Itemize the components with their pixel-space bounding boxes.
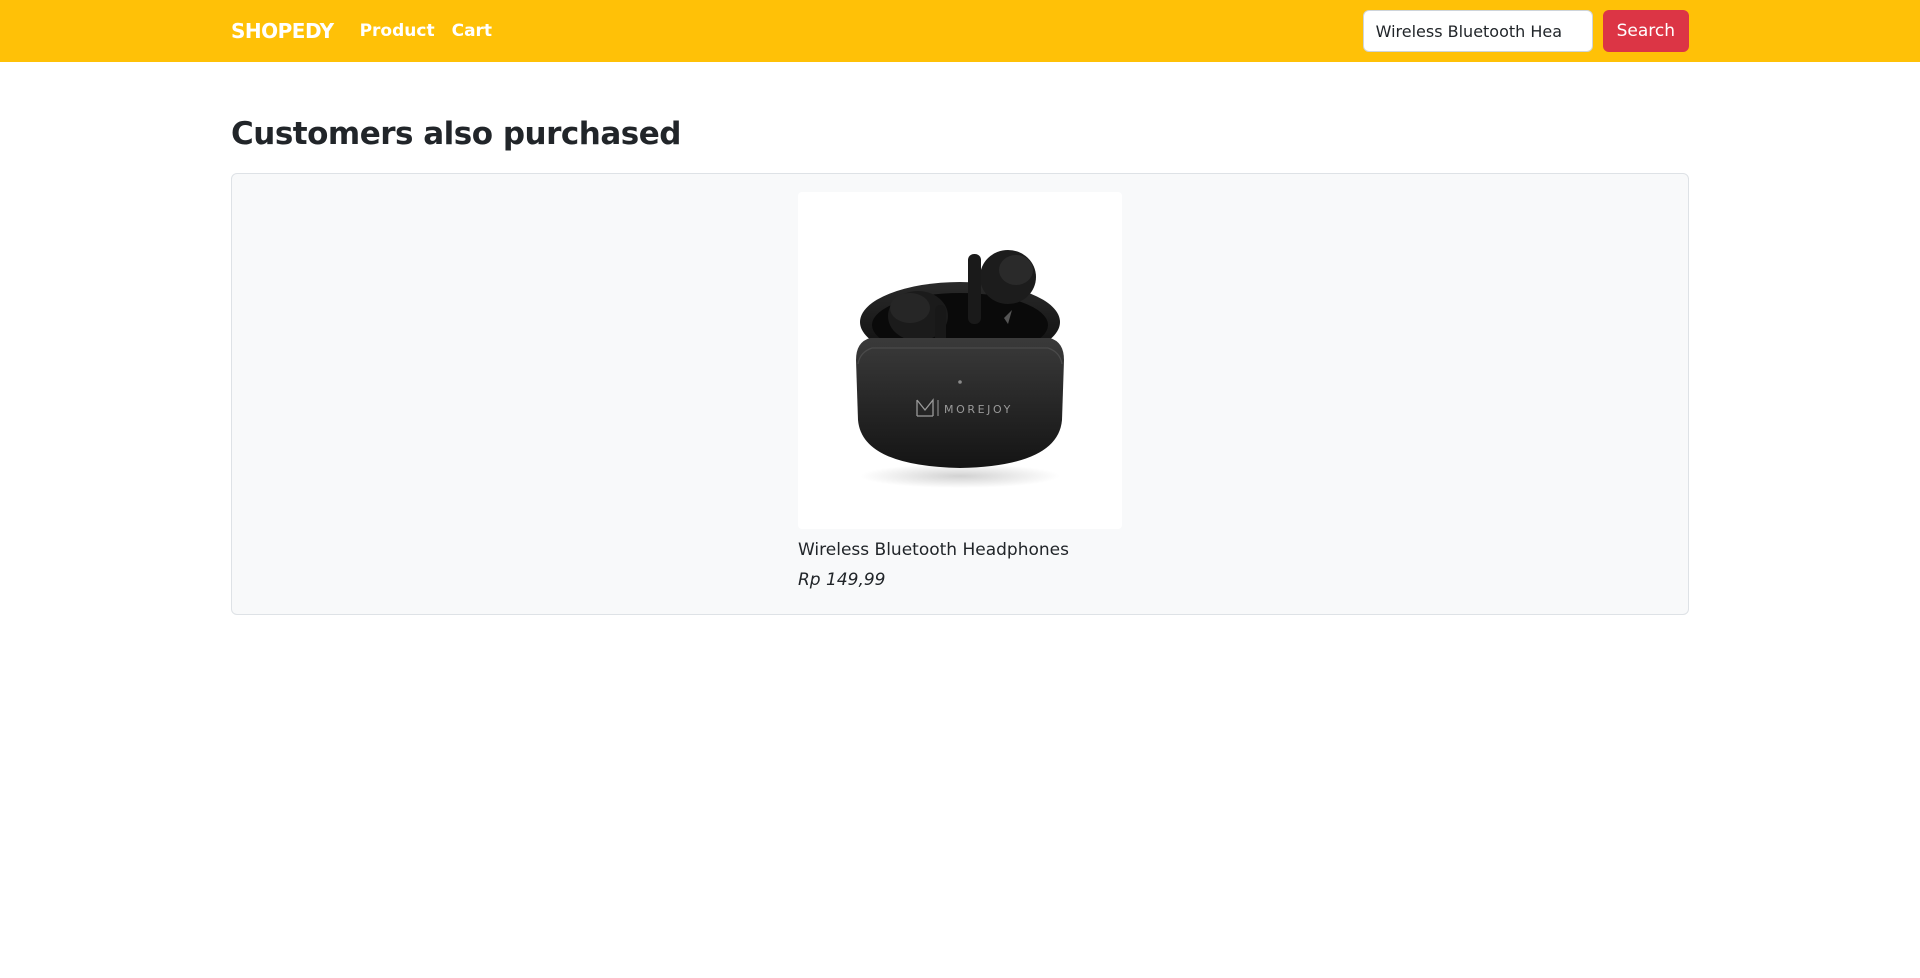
earbuds-case-image: MOREJOY xyxy=(856,250,1064,488)
nav-link-cart[interactable]: Cart xyxy=(452,21,492,41)
product-logo-text: MOREJOY xyxy=(944,403,1013,416)
navbar-container: SHOPEDY Product Cart Search xyxy=(231,0,1689,62)
product-carousel: MOREJOY Wireless Bluetooth Headphones Rp… xyxy=(231,173,1689,615)
search-form: Search xyxy=(1362,10,1689,52)
product-image[interactable]: MOREJOY xyxy=(798,192,1122,529)
search-button[interactable]: Search xyxy=(1602,10,1689,52)
product-price: Rp 149,99 xyxy=(798,570,886,590)
nav-link-product[interactable]: Product xyxy=(360,21,435,41)
section-title: Customers also purchased xyxy=(231,116,681,152)
product-card[interactable]: MOREJOY Wireless Bluetooth Headphones Rp… xyxy=(798,192,1124,590)
product-name[interactable]: Wireless Bluetooth Headphones xyxy=(798,540,1124,560)
search-input[interactable] xyxy=(1362,10,1593,52)
brand-logo[interactable]: SHOPEDY xyxy=(231,19,334,43)
navbar: SHOPEDY Product Cart Search xyxy=(0,0,1920,62)
